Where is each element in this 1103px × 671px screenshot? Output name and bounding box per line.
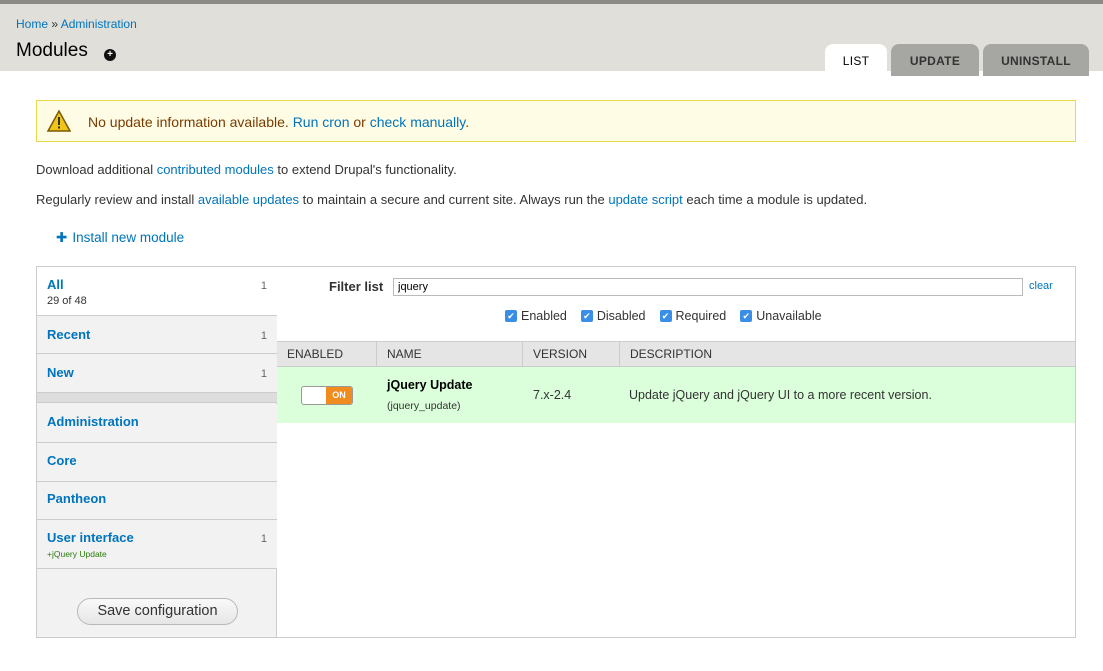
intro-paragraph-2: Regularly review and install available u… [36,192,867,207]
module-version: 7.x-2.4 [533,388,572,402]
category-sidebar: All 1 29 of 48 Recent 1 New 1 Administra… [37,267,277,637]
check-manually-link[interactable]: check manually [370,114,465,130]
save-configuration-button[interactable]: Save configuration [77,598,238,625]
table-row: ON jQuery Update (jquery_update) 7.x-2.4… [277,367,1075,423]
sidebar-item-label: Pantheon [47,491,107,506]
checkbox-label: Unavailable [756,309,822,323]
sidebar-item-recent[interactable]: Recent 1 [37,316,277,354]
sidebar-item-label: Recent [47,327,91,342]
sidebar-item-core[interactable]: Core [37,443,277,482]
sidebar-item-sub: +jQuery Update [47,549,107,559]
update-script-link[interactable]: update script [608,192,682,207]
modules-table-header: Enabled Name Version Description [277,341,1075,367]
module-enabled-toggle[interactable]: ON [301,386,353,405]
message-period: . [465,114,470,130]
column-header-description: Description [619,342,1075,367]
run-cron-link[interactable]: Run cron [293,114,350,130]
filter-clear-link[interactable]: clear [1029,280,1053,292]
sidebar-item-new[interactable]: New 1 [37,354,277,393]
sidebar-item-pantheon[interactable]: Pantheon [37,482,277,520]
contributed-modules-link[interactable]: contributed modules [157,162,274,177]
intro-text: to extend Drupal's functionality. [273,162,457,177]
intro-paragraph-1: Download additional contributed modules … [36,162,457,177]
intro-text: to maintain a secure and current site. A… [299,192,609,207]
sidebar-item-label: Core [47,453,77,468]
sidebar-item-sub: 29 of 48 [47,295,87,307]
filter-required-checkbox[interactable]: ✔ Required [659,309,727,323]
filter-disabled-checkbox[interactable]: ✔ Disabled [580,309,646,323]
breadcrumb-home[interactable]: Home [16,17,48,31]
module-description: Update jQuery and jQuery UI to a more re… [629,388,932,402]
page-title: Modules [16,40,88,61]
install-new-module-link[interactable]: ✚ Install new module [56,230,184,246]
column-header-enabled: Enabled [287,347,344,361]
filter-enabled-checkbox[interactable]: ✔ Enabled [505,309,567,323]
module-name: jQuery Update [387,378,473,392]
tab-update[interactable]: Update [891,44,979,76]
sidebar-item-label: User interface [47,530,134,545]
warning-triangle-icon [47,110,71,132]
checkbox-checked-icon: ✔ [580,310,593,322]
checkbox-checked-icon: ✔ [659,310,672,322]
checkbox-checked-icon: ✔ [740,310,753,322]
tab-list[interactable]: List [825,44,887,76]
filter-unavailable-checkbox[interactable]: ✔ Unavailable [740,309,822,323]
intro-text: Regularly review and install [36,192,198,207]
page-header: Home » Administration Modules + List Upd… [0,0,1103,76]
sidebar-item-user-interface[interactable]: User interface 1 +jQuery Update [37,520,277,569]
module-machine-name: (jquery_update) [387,400,461,412]
status-filters: ✔ Enabled ✔ Disabled ✔ Required ✔ Unavailabl… [505,309,822,323]
message-text: No update information available. Run cro… [88,114,469,130]
sidebar-item-label: Administration [47,414,139,429]
toggle-on-label: ON [326,387,352,404]
install-link-label: Install new module [72,230,185,245]
sidebar-item-count: 1 [260,280,267,292]
tabs: List Update Uninstall [825,44,1089,76]
available-updates-link[interactable]: available updates [198,192,299,207]
checkbox-label: Required [675,309,727,323]
checkbox-label: Enabled [521,309,567,323]
add-shortcut-icon[interactable]: + [104,49,116,61]
sidebar-item-all[interactable]: All 1 29 of 48 [37,267,277,316]
column-header-name: Name [376,342,522,367]
sidebar-divider [37,393,277,403]
sidebar-item-administration[interactable]: Administration [37,404,277,443]
sidebar-item-count: 1 [260,368,267,380]
breadcrumb-separator: » [51,17,59,31]
checkbox-label: Disabled [596,309,646,323]
message-or: or [353,114,366,130]
status-message: No update information available. Run cro… [36,100,1076,142]
filter-label: Filter list [329,279,384,294]
sidebar-item-label: New [47,365,74,380]
modules-panel: All 1 29 of 48 Recent 1 New 1 Administra… [36,266,1076,638]
tab-uninstall[interactable]: Uninstall [983,44,1089,76]
sidebar-item-count: 1 [260,533,267,545]
checkbox-checked-icon: ✔ [505,310,517,322]
intro-text: each time a module is updated. [682,192,868,207]
breadcrumb: Home » Administration [16,17,137,31]
filter-input[interactable] [393,278,1023,296]
plus-icon: ✚ [56,230,68,245]
sidebar-item-label: All [47,277,64,292]
intro-text: Download additional [36,162,157,177]
breadcrumb-administration[interactable]: Administration [61,17,137,31]
column-header-version: Version [522,342,619,367]
message-body: No update information available. [88,114,289,130]
sidebar-item-count: 1 [260,330,267,342]
